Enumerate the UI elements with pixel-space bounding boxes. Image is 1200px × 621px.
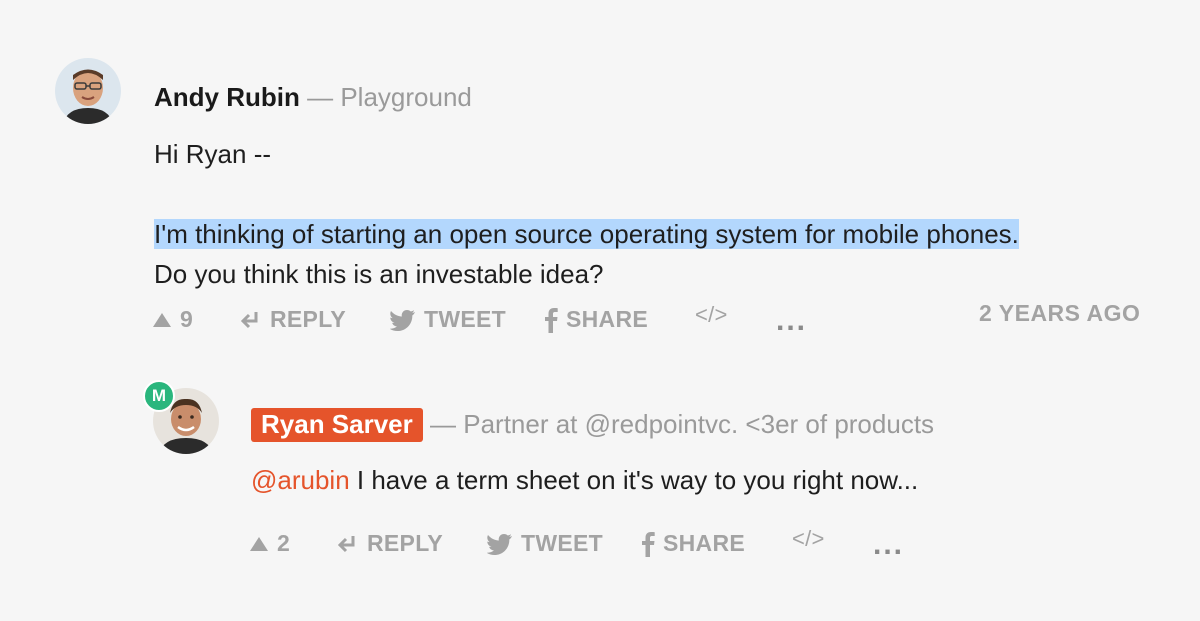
embed-button[interactable]: </> — [792, 526, 825, 552]
author-tagline: Partner at @redpointvc. <3er of products — [463, 409, 935, 439]
reply-arrow-icon — [337, 535, 355, 552]
share-button[interactable]: SHARE — [641, 530, 745, 557]
highlighted-text: I'm thinking of starting an open source … — [154, 219, 1019, 249]
tweet-button[interactable]: TWEET — [487, 530, 603, 557]
parent-byline: Andy Rubin — Playground — [154, 82, 472, 113]
twitter-bird-icon — [390, 309, 415, 331]
moderator-badge: M — [143, 380, 175, 412]
reply-label: REPLY — [367, 530, 444, 556]
author-name[interactable]: Andy Rubin — [154, 82, 300, 112]
reply-comment-body: @arubin I have a term sheet on it's way … — [251, 460, 918, 500]
more-dots-icon: ... — [873, 528, 905, 561]
reply-byline: Ryan Sarver — Partner at @redpointvc. <3… — [251, 408, 935, 442]
share-button[interactable]: SHARE — [544, 306, 648, 333]
facebook-f-icon — [642, 531, 655, 557]
more-dots-icon: ... — [776, 304, 808, 337]
tweet-label: TWEET — [424, 306, 506, 332]
avatar-photo-icon — [55, 58, 121, 124]
byline-separator: — — [307, 82, 334, 112]
facebook-f-icon — [545, 307, 558, 333]
badge-letter: M — [151, 386, 167, 405]
comment-greeting: Hi Ryan -- — [154, 139, 272, 169]
comment-timestamp[interactable]: 2 YEARS AGO — [979, 300, 1140, 327]
upvote-button[interactable]: 9 — [152, 306, 193, 333]
embed-code-icon: </> — [695, 302, 728, 327]
reply-label: REPLY — [270, 306, 347, 332]
twitter-bird-icon — [487, 533, 512, 555]
andy-rubin-avatar[interactable] — [55, 58, 121, 124]
tweet-button[interactable]: TWEET — [390, 306, 506, 333]
mention-link[interactable]: @arubin — [251, 465, 350, 495]
upvote-button[interactable]: 2 — [249, 530, 290, 557]
parent-comment-body: Hi Ryan -- I'm thinking of starting an o… — [154, 134, 1019, 294]
share-label: SHARE — [566, 306, 649, 332]
more-options-button[interactable]: ... — [776, 304, 807, 338]
reply-text: I have a term sheet on it's way to you r… — [349, 465, 919, 495]
reply-action-bar: 2 REPLY TWEET SHARE </> ... — [249, 526, 1149, 570]
byline-separator: — — [430, 409, 456, 439]
embed-code-icon: </> — [792, 526, 825, 551]
author-tagline: Playground — [340, 82, 472, 112]
embed-button[interactable]: </> — [695, 302, 728, 328]
upvote-triangle-icon — [250, 536, 268, 551]
reply-arrow-icon — [240, 311, 258, 328]
author-name[interactable]: Ryan Sarver — [251, 408, 423, 442]
upvote-count: 2 — [277, 530, 291, 556]
upvote-triangle-icon — [153, 312, 171, 327]
reply-button[interactable]: REPLY — [337, 530, 443, 557]
more-options-button[interactable]: ... — [873, 528, 904, 562]
reply-button[interactable]: REPLY — [240, 306, 346, 333]
tweet-label: TWEET — [521, 530, 603, 556]
share-label: SHARE — [663, 530, 746, 556]
upvote-count: 9 — [180, 306, 194, 332]
comment-text-line: Do you think this is an investable idea? — [154, 259, 604, 289]
parent-action-bar: 9 REPLY TWEET SHARE </> ... 2 YEARS AGO — [152, 300, 1152, 346]
